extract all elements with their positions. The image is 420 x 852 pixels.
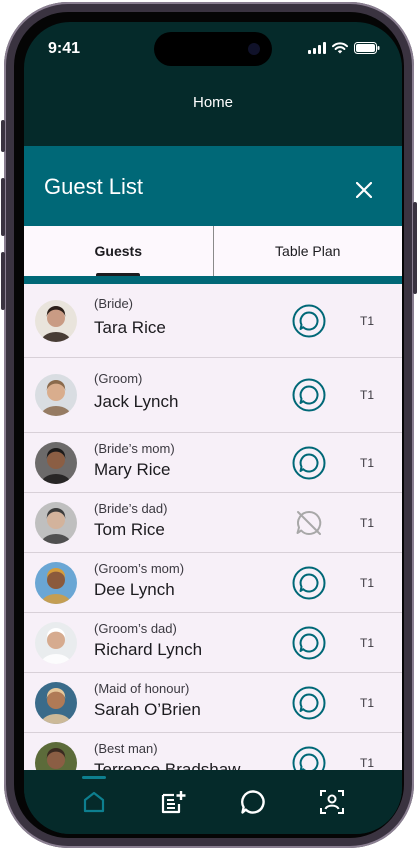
signal-icon	[308, 42, 326, 54]
guest-role: (Best man)	[94, 741, 158, 756]
chat-icon[interactable]	[292, 566, 326, 600]
nav-add-note[interactable]	[153, 782, 193, 822]
bottom-nav	[24, 770, 402, 834]
page-title: Home	[192, 94, 233, 111]
avatar	[35, 561, 77, 604]
guest-row[interactable]: (Bride’s dad) Tom Rice T1	[24, 493, 402, 553]
guest-row[interactable]: (Bride) Tara Rice T1	[24, 284, 402, 358]
table-number: T1	[360, 388, 375, 402]
status-time: 9:41	[48, 40, 81, 57]
table-number: T1	[360, 755, 375, 770]
chat-icon[interactable]	[292, 686, 326, 720]
table-number: T1	[360, 695, 375, 710]
guest-role: (Groom’s mom)	[94, 561, 185, 576]
dynamic-island	[154, 32, 272, 66]
guest-row[interactable]: (Groom’s dad) Richard Lynch T1	[24, 613, 402, 673]
close-icon	[356, 182, 372, 198]
guest-name: Tara Rice	[94, 318, 166, 337]
avatar	[35, 681, 77, 724]
chat-icon[interactable]	[292, 626, 326, 660]
guest-name: Richard Lynch	[94, 640, 203, 659]
guest-row[interactable]: (Bride’s mom) Mary Rice T1	[24, 433, 402, 493]
table-number: T1	[360, 635, 375, 650]
volume-up-button	[1, 178, 5, 236]
chat-off-icon[interactable]	[292, 506, 326, 540]
tab-guests[interactable]: Guests	[24, 226, 213, 276]
sheet-header: Guest List	[24, 146, 402, 226]
phone-frame: 9:41 Home Guest List Guests Table Plan (…	[1, 2, 417, 848]
avatar	[35, 501, 77, 544]
guest-role: (Bride’s mom)	[94, 441, 175, 456]
guest-role: (Bride)	[94, 296, 134, 311]
action-button	[1, 120, 5, 152]
screen: 9:41 Home Guest List Guests Table Plan (…	[24, 22, 402, 834]
avatar	[35, 741, 77, 770]
chat-icon[interactable]	[292, 378, 326, 412]
guest-name: Jack Lynch	[94, 392, 179, 411]
guest-row[interactable]: (Best man) Terrence Bradshaw T1	[24, 733, 402, 770]
battery-icon	[354, 42, 380, 54]
guest-name: Tom Rice	[94, 520, 165, 539]
chat-icon[interactable]	[292, 304, 326, 338]
guest-name: Sarah O’Brien	[94, 700, 201, 719]
avatar	[35, 621, 77, 664]
wifi-icon	[332, 42, 348, 54]
guest-row[interactable]: (Maid of honour) Sarah O’Brien T1	[24, 673, 402, 733]
close-button[interactable]	[344, 170, 384, 210]
table-number: T1	[360, 575, 375, 590]
avatar	[35, 374, 77, 416]
guest-role: (Maid of honour)	[94, 681, 190, 696]
sheet-title: Guest List	[44, 174, 144, 199]
guest-name: Dee Lynch	[94, 580, 175, 599]
chat-icon[interactable]	[292, 446, 326, 480]
guest-name: Terrence Bradshaw	[94, 760, 241, 770]
table-number: T1	[360, 455, 375, 470]
home-icon	[83, 791, 104, 813]
avatar	[35, 441, 77, 484]
table-number: T1	[360, 313, 375, 328]
power-button	[413, 202, 417, 294]
contact-icon	[320, 790, 345, 814]
tab-table-plan[interactable]: Table Plan	[214, 226, 403, 276]
status-icons	[308, 42, 380, 54]
chat-icon[interactable]	[292, 746, 326, 770]
guest-list-sheet: Guest List Guests Table Plan (Bride) Tar…	[24, 146, 402, 770]
add-note-icon	[162, 791, 186, 814]
camera-icon	[248, 43, 260, 55]
table-number: T1	[360, 515, 375, 530]
nav-contact[interactable]	[312, 782, 352, 822]
avatar	[35, 299, 77, 342]
guest-role: (Groom’s dad)	[94, 621, 177, 636]
tab-bar: Guests Table Plan	[24, 226, 402, 284]
chat-icon	[240, 790, 265, 814]
guest-role: (Groom)	[94, 371, 143, 386]
status-bar: 9:41	[24, 22, 402, 82]
volume-down-button	[1, 252, 5, 310]
nav-chat[interactable]	[233, 782, 273, 822]
guest-row[interactable]: (Groom) Jack Lynch T1	[24, 358, 402, 433]
guest-role: (Bride’s dad)	[94, 501, 168, 516]
guest-row[interactable]: (Groom’s mom) Dee Lynch T1	[24, 553, 402, 613]
guest-name: Mary Rice	[94, 460, 171, 479]
guest-list: (Bride) Tara Rice T1 (Groom) Jack Lynch …	[24, 284, 402, 770]
nav-home[interactable]	[74, 776, 114, 822]
